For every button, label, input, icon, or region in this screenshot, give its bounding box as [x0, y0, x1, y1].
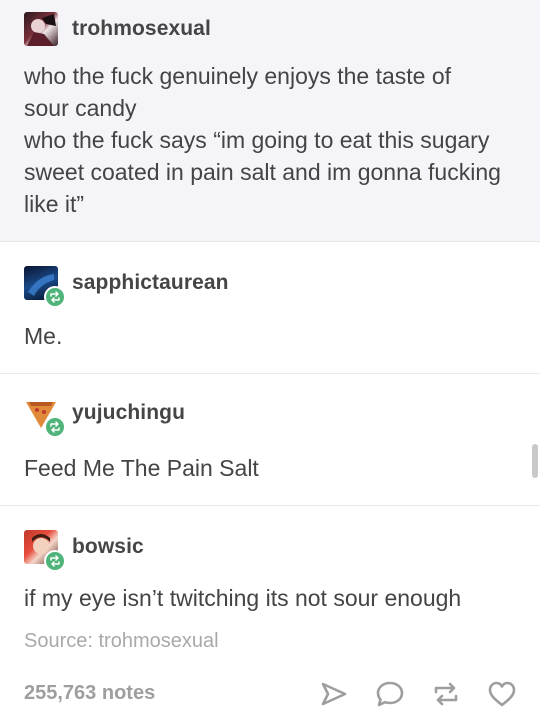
post-source[interactable]: Source: trohmosexual: [24, 630, 219, 653]
reblog-entry: bowsic if my eye isn’t twitching its not…: [0, 506, 540, 614]
post-text: if my eye isn’t twitching its not sour e…: [24, 585, 462, 611]
post-text-line: who the fuck says “im going to eat this …: [24, 127, 501, 217]
like-icon[interactable]: [486, 678, 518, 710]
post-footer: 255,763 notes: [0, 670, 540, 720]
post-actions: [318, 678, 518, 710]
reblog-badge-icon: [44, 550, 66, 572]
avatar[interactable]: [24, 396, 66, 438]
avatar[interactable]: [24, 530, 66, 572]
username[interactable]: yujuchingu: [72, 401, 185, 425]
reblog-badge-icon: [44, 416, 66, 438]
post-header: sapphictaurean: [24, 266, 229, 308]
reblog-entry: yujuchingu Feed Me The Pain Salt: [0, 374, 540, 506]
post-text: Me.: [24, 323, 63, 349]
post-text-line: who the fuck genuinely enjoys the taste …: [24, 63, 452, 121]
post-body: who the fuck genuinely enjoys the taste …: [24, 60, 516, 220]
post-header: trohmosexual: [24, 12, 211, 46]
avatar[interactable]: [24, 266, 66, 308]
share-icon[interactable]: [318, 678, 350, 710]
reblog-entry: sapphictaurean Me.: [0, 242, 540, 374]
notes-count[interactable]: 255,763 notes: [24, 682, 155, 705]
original-post: trohmosexual who the fuck genuinely enjo…: [0, 0, 540, 242]
username[interactable]: trohmosexual: [72, 17, 211, 41]
reblog-icon[interactable]: [430, 678, 462, 710]
scrollbar[interactable]: [532, 444, 538, 478]
reblog-badge-icon: [44, 286, 66, 308]
avatar[interactable]: [24, 12, 58, 46]
reply-icon[interactable]: [374, 678, 406, 710]
username[interactable]: bowsic: [72, 535, 144, 559]
post-text: Feed Me The Pain Salt: [24, 455, 259, 481]
post-header: yujuchingu: [24, 396, 185, 438]
post-header: bowsic: [24, 530, 144, 572]
username[interactable]: sapphictaurean: [72, 271, 229, 295]
